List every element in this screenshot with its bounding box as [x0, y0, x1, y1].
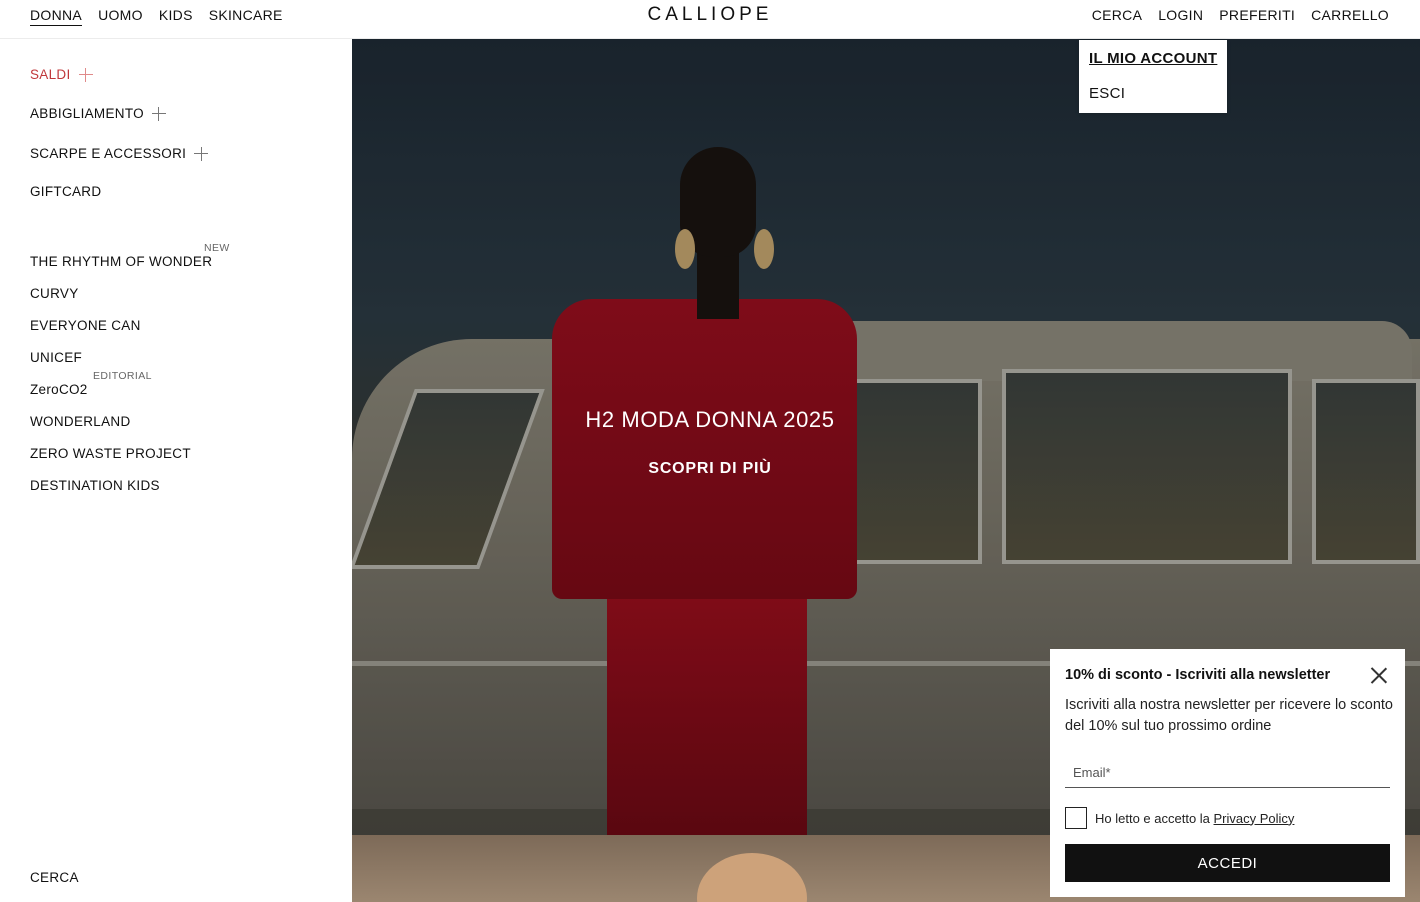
sidebar-item-label: THE RHYTHM OF WONDER	[30, 254, 213, 269]
sidebar-item-label: UNICEF	[30, 350, 83, 365]
plus-icon	[194, 146, 209, 161]
cart-link[interactable]: CARRELLO	[1311, 7, 1389, 23]
secondary-banner-image	[697, 853, 807, 902]
sidebar-item-unicef[interactable]: UNICEF	[30, 350, 82, 365]
sidebar-item-label: ABBIGLIAMENTO	[30, 106, 144, 121]
discover-more-link[interactable]: SCOPRI DI PIÙ	[352, 460, 1068, 478]
newsletter-description: Iscriviti alla nostra newsletter per ric…	[1065, 697, 1393, 734]
sidebar-search-link[interactable]: CERCA	[30, 870, 79, 885]
sidebar-item-wonderland[interactable]: WONDERLAND	[30, 414, 131, 429]
sidebar-item-zeroco2[interactable]: ZeroCO2	[30, 382, 88, 397]
new-badge: NEW	[204, 242, 230, 254]
sidebar-item-everyone-can[interactable]: EVERYONE CAN	[30, 318, 141, 333]
consent-text: Ho letto e accetto la Privacy Policy	[1095, 811, 1294, 826]
sidebar-item-label: SALDI	[30, 67, 71, 82]
editorial-badge: EDITORIAL	[93, 370, 152, 382]
sidebar-item-destination-kids[interactable]: DESTINATION KIDS	[30, 478, 160, 493]
sidebar-item-label: ZeroCO2	[30, 382, 88, 397]
close-icon[interactable]	[1370, 667, 1388, 685]
sidebar-item-scarpe-accessori[interactable]: SCARPE E ACCESSORI	[30, 146, 209, 161]
search-link[interactable]: CERCA	[1092, 7, 1143, 23]
subscribe-button[interactable]: ACCEDI	[1065, 844, 1390, 882]
sidebar-item-curvy[interactable]: CURVY	[30, 286, 79, 301]
top-header: DONNA UOMO KIDS SKINCARE CALLIOPE CERCA …	[0, 0, 1420, 39]
account-dropdown: IL MIO ACCOUNT ESCI	[1079, 40, 1227, 113]
plus-icon	[151, 106, 166, 121]
privacy-policy-link[interactable]: Privacy Policy	[1214, 811, 1295, 826]
sidebar-item-label: CURVY	[30, 286, 79, 301]
sidebar-item-saldi[interactable]: SALDI	[30, 67, 93, 82]
sidebar-menu: SALDI ABBIGLIAMENTO SCARPE E ACCESSORI G…	[0, 39, 352, 902]
sidebar-item-label: WONDERLAND	[30, 414, 131, 429]
newsletter-popup: 10% di sconto - Iscriviti alla newslette…	[1050, 649, 1405, 897]
consent-row: Ho letto e accetto la Privacy Policy	[1065, 807, 1294, 829]
newsletter-title: 10% di sconto - Iscriviti alla newslette…	[1065, 667, 1331, 683]
logout-link[interactable]: ESCI	[1089, 85, 1125, 102]
sidebar-item-label: EVERYONE CAN	[30, 318, 141, 333]
consent-prefix: Ho letto e accetto la	[1095, 810, 1214, 826]
sidebar-item-zero-waste-project[interactable]: ZERO WASTE PROJECT	[30, 446, 191, 461]
hero-title: H2 MODA DONNA 2025	[585, 407, 835, 432]
sidebar-item-label: DESTINATION KIDS	[30, 478, 160, 493]
sidebar-item-label: GIFTCARD	[30, 184, 102, 199]
sidebar-item-label: CERCA	[30, 870, 79, 885]
sidebar-item-rhythm-of-wonder[interactable]: THE RHYTHM OF WONDER	[30, 254, 212, 269]
sidebar-item-label: ZERO WASTE PROJECT	[30, 446, 191, 461]
sidebar-item-label: SCARPE E ACCESSORI	[30, 146, 187, 161]
plus-icon	[78, 67, 93, 82]
my-account-link[interactable]: IL MIO ACCOUNT	[1089, 50, 1217, 67]
login-link[interactable]: LOGIN	[1158, 7, 1203, 23]
email-field[interactable]	[1065, 757, 1390, 788]
sidebar-item-abbigliamento[interactable]: ABBIGLIAMENTO	[30, 106, 166, 121]
privacy-checkbox[interactable]	[1065, 807, 1087, 829]
sidebar-item-giftcard[interactable]: GIFTCARD	[30, 184, 101, 199]
utility-nav: CERCA LOGIN PREFERITI CARRELLO	[1092, 7, 1389, 23]
favorites-link[interactable]: PREFERITI	[1219, 7, 1295, 23]
